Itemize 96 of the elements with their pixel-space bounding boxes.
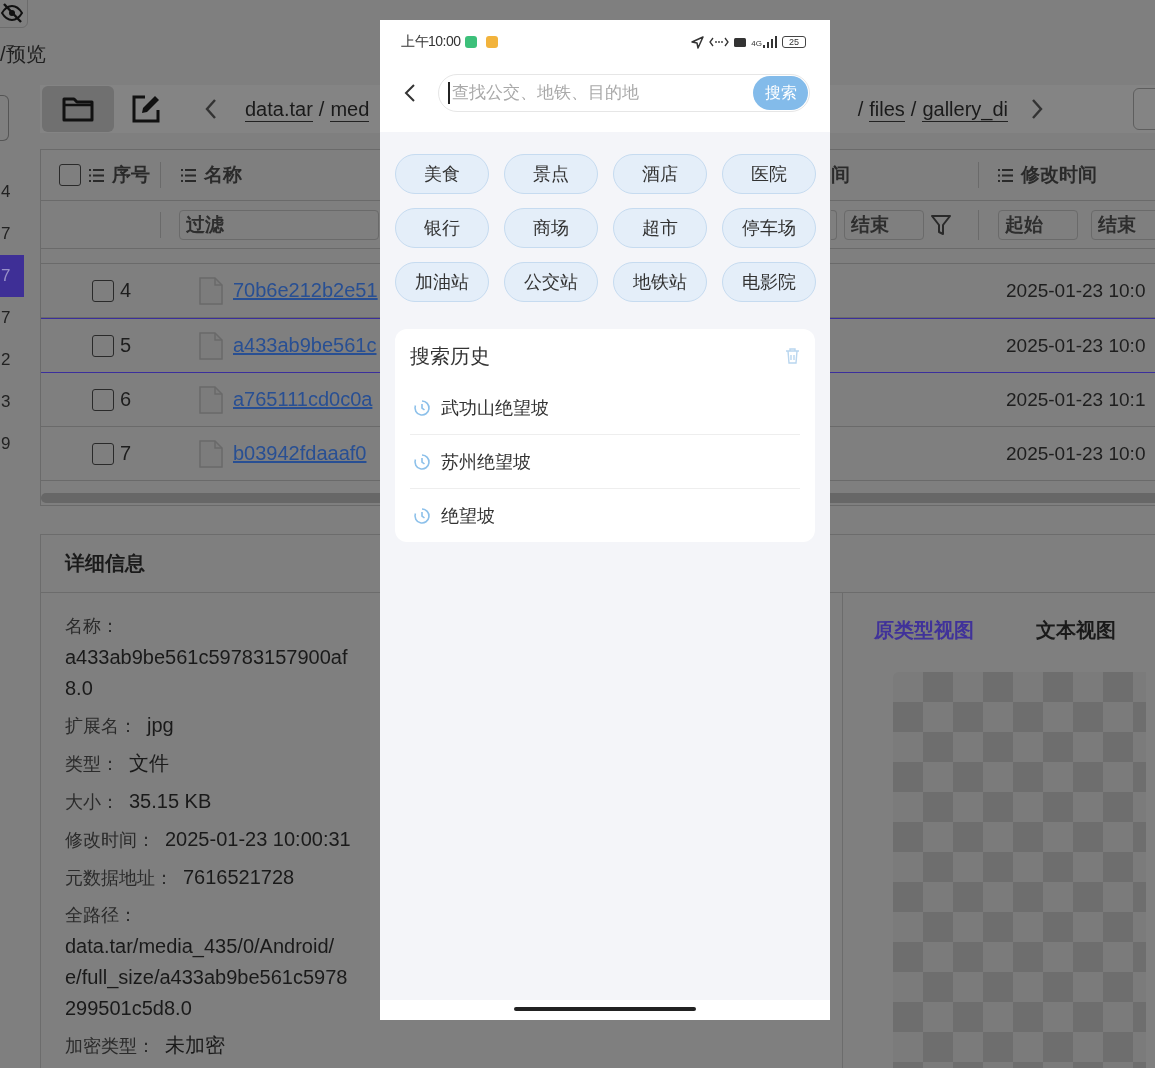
row-number: 5 <box>120 334 132 357</box>
breadcrumb-link[interactable]: med <box>330 96 370 122</box>
list-icon <box>89 168 104 182</box>
column-header[interactable]: 名称 <box>204 162 242 188</box>
history-text: 绝望坡 <box>441 504 495 528</box>
battery-indicator: 25 <box>782 36 806 48</box>
panel-title: 详细信息 <box>65 551 145 576</box>
breadcrumb-link[interactable]: data.tar <box>245 96 313 122</box>
edit-icon <box>131 94 161 124</box>
column-header[interactable]: 序号 <box>112 162 150 188</box>
category-chip[interactable]: 地铁站 <box>613 262 707 302</box>
field-value: 7616521728 <box>183 866 295 888</box>
category-chip[interactable]: 美食 <box>395 154 489 194</box>
sidebar-item[interactable]: 3 <box>0 381 24 423</box>
breadcrumb-link[interactable]: files <box>869 96 905 122</box>
breadcrumb-separator: / <box>857 97 864 121</box>
category-chip[interactable]: 加油站 <box>395 262 489 302</box>
history-item[interactable]: 绝望坡 <box>410 489 800 542</box>
start-date-field[interactable] <box>831 209 837 240</box>
history-item[interactable]: 苏州绝望坡 <box>410 435 800 489</box>
network-type: 4G <box>751 38 762 48</box>
chevron-left-icon[interactable] <box>204 98 218 120</box>
field-label: 元数据地址： <box>65 868 173 888</box>
sidebar-item[interactable]: 7 <box>0 255 24 297</box>
modified-time: 2025-01-23 10:1 <box>1006 388 1146 411</box>
history-text: 武功山绝望坡 <box>441 396 549 420</box>
category-chip[interactable]: 电影院 <box>722 262 816 302</box>
field-value: 2025-01-23 10:00:31 <box>165 828 351 850</box>
list-icon <box>181 168 196 182</box>
view-tab[interactable]: 原类型视图 <box>874 615 974 645</box>
hidden-eye-icon <box>1 3 23 23</box>
folder-view-button[interactable] <box>42 86 114 132</box>
field-label: 加密类型： <box>65 1036 155 1056</box>
sidebar-item[interactable]: 4 <box>0 171 24 213</box>
category-chip[interactable]: 商场 <box>504 208 598 248</box>
row-number: 4 <box>120 279 132 302</box>
sidebar-item[interactable]: 2 <box>0 339 24 381</box>
column-header[interactable]: 修改时间 <box>1021 162 1097 188</box>
checkbox[interactable] <box>92 442 114 465</box>
history-text: 苏州绝望坡 <box>441 450 531 474</box>
breadcrumb-separator: / <box>318 97 325 121</box>
checkbox[interactable] <box>92 279 114 302</box>
field-label: 大小： <box>65 792 119 812</box>
back-icon[interactable] <box>404 83 416 103</box>
field-label: 修改时间： <box>65 830 155 850</box>
section-title: 搜索历史 <box>410 343 490 369</box>
field-label: 类型： <box>65 754 119 774</box>
page-title: /预览 <box>0 42 46 67</box>
sidebar-item[interactable]: 7 <box>0 213 24 255</box>
date-filter-field[interactable]: 结束 <box>844 209 924 240</box>
category-chip[interactable]: 公交站 <box>504 262 598 302</box>
row-number: 7 <box>120 442 132 465</box>
history-item[interactable]: 武功山绝望坡 <box>410 381 800 435</box>
chevron-right-icon[interactable] <box>1030 98 1044 120</box>
date-filter-field[interactable]: 结束 <box>1091 209 1155 240</box>
breadcrumb-separator: / <box>910 97 917 121</box>
field-value: 未加密 <box>165 1034 225 1056</box>
field-label: 全路径： <box>65 904 137 927</box>
location-arrow-icon <box>691 35 705 49</box>
category-chip[interactable]: 景点 <box>504 154 598 194</box>
clock-icon <box>413 506 431 525</box>
sidebar-item[interactable]: 7 <box>0 297 24 339</box>
app-notification-icon <box>485 36 498 48</box>
filter-icon[interactable] <box>931 213 951 236</box>
clock-icon <box>413 452 431 471</box>
date-filter-field[interactable]: 起始 <box>998 209 1078 240</box>
status-time: 上午10:00 <box>401 33 461 51</box>
field-value: jpg <box>147 714 174 736</box>
signal-icon <box>763 36 777 48</box>
row-number: 6 <box>120 388 132 411</box>
data-transfer-icon <box>709 37 730 47</box>
checkbox[interactable] <box>92 334 114 357</box>
checkbox[interactable] <box>92 388 114 411</box>
column-header[interactable]: 间 <box>831 162 850 188</box>
modified-time: 2025-01-23 10:0 <box>1006 442 1146 465</box>
breadcrumb-link[interactable]: gallery_di <box>922 96 1008 122</box>
app-notification-icon <box>464 36 477 48</box>
modified-time: 2025-01-23 10:0 <box>1006 279 1146 302</box>
list-icon <box>998 168 1013 182</box>
sidebar-item[interactable]: 9 <box>0 423 24 465</box>
category-chip[interactable]: 超市 <box>613 208 707 248</box>
folder-icon <box>62 96 94 122</box>
checkbox[interactable] <box>59 164 81 186</box>
view-tab[interactable]: 文本视图 <box>1036 615 1116 645</box>
clock-icon <box>413 398 431 417</box>
field-label: 扩展名： <box>65 716 137 736</box>
category-chip[interactable]: 银行 <box>395 208 489 248</box>
category-chip[interactable]: 停车场 <box>722 208 816 248</box>
modified-time: 2025-01-23 10:0 <box>1006 334 1146 357</box>
field-value: 35.15 KB <box>129 790 212 812</box>
field-value: data.tar/media_435/0/Android/ e/full_size/a433ab9be561c5978 299501c5d8.0 <box>65 934 348 1021</box>
category-chip[interactable]: 医院 <box>722 154 816 194</box>
category-chip[interactable]: 酒店 <box>613 154 707 194</box>
field-value: 文件 <box>129 752 169 774</box>
field-label: 名称： <box>65 615 119 638</box>
name-filter-field[interactable]: 过滤 <box>179 209 379 240</box>
